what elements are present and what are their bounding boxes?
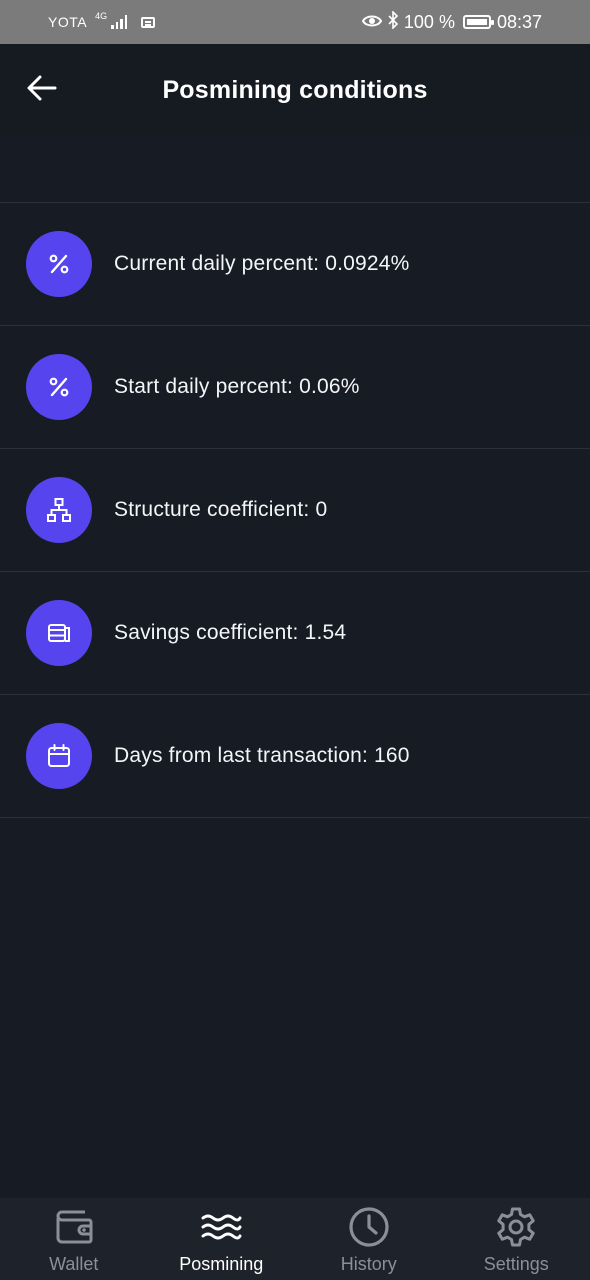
nav-label-settings: Settings xyxy=(483,1254,549,1274)
list-item-label: Days from last transaction: 160 xyxy=(114,744,410,767)
message-icon xyxy=(141,16,156,28)
page-title: Posmining conditions xyxy=(162,75,428,104)
nav-item-wallet[interactable]: Wallet xyxy=(0,1198,148,1280)
coins-stack-icon xyxy=(26,600,92,666)
battery-percent: 100 % xyxy=(403,11,455,32)
nav-label-posmining: Posmining xyxy=(179,1254,264,1274)
list-item-current-daily-percent: Current daily percent: 0.0924% xyxy=(0,203,590,326)
nav-label-wallet: Wallet xyxy=(49,1254,99,1274)
wallet-icon xyxy=(52,1206,96,1248)
signal-icon xyxy=(111,15,128,29)
network-type: 4G xyxy=(95,11,108,21)
status-bar: YOTA 4G 100 % 08:37 xyxy=(0,0,590,44)
bluetooth-icon xyxy=(388,9,399,34)
back-button[interactable] xyxy=(22,72,62,108)
clock-icon xyxy=(347,1206,391,1248)
battery-icon xyxy=(462,15,494,29)
app-bar: Posmining conditions xyxy=(0,44,590,136)
gear-icon xyxy=(494,1206,538,1248)
carrier-name: YOTA xyxy=(48,14,88,30)
percent-icon xyxy=(26,354,92,420)
nav-item-settings[interactable]: Settings xyxy=(443,1198,590,1280)
nav-item-posmining[interactable]: Posmining xyxy=(148,1198,296,1280)
bottom-navigation: Wallet Posmining History Settings xyxy=(0,1198,590,1280)
nav-item-history[interactable]: History xyxy=(295,1198,443,1280)
list-item-structure-coefficient: Structure coefficient: 0 xyxy=(0,449,590,572)
eye-icon xyxy=(361,12,383,33)
status-bar-left: YOTA 4G xyxy=(48,11,156,30)
waves-icon xyxy=(199,1206,243,1248)
list-item-label: Savings coefficient: 1.54 xyxy=(114,621,347,644)
list-item-start-daily-percent: Start daily percent: 0.06% xyxy=(0,326,590,449)
conditions-list: Current daily percent: 0.0924% Start dai… xyxy=(0,202,590,818)
nav-label-history: History xyxy=(340,1254,397,1274)
list-item-label: Structure coefficient: 0 xyxy=(114,498,328,521)
status-bar-right: 100 % 08:37 xyxy=(361,9,542,34)
calendar-icon xyxy=(26,723,92,789)
list-item-label: Current daily percent: 0.0924% xyxy=(114,252,410,275)
hierarchy-icon xyxy=(26,477,92,543)
clock-time: 08:37 xyxy=(496,11,542,32)
arrow-left-icon xyxy=(27,75,57,106)
percent-icon xyxy=(26,231,92,297)
list-item-label: Start daily percent: 0.06% xyxy=(114,375,360,398)
list-item-savings-coefficient: Savings coefficient: 1.54 xyxy=(0,572,590,695)
list-item-days-from-last-transaction: Days from last transaction: 160 xyxy=(0,695,590,818)
